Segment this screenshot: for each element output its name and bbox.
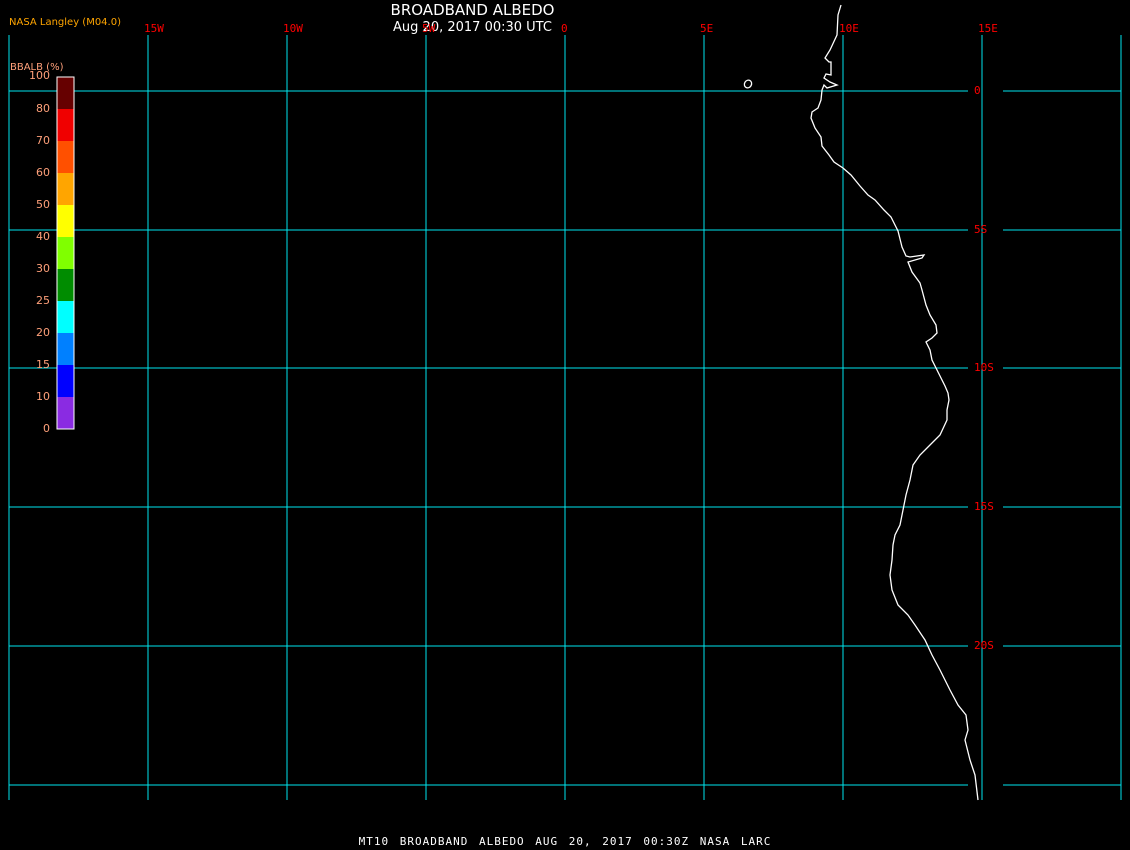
colorbar-tick-label: 20 — [36, 326, 50, 339]
colorbar-segment — [57, 77, 74, 110]
colorbar-segment — [57, 237, 74, 270]
colorbar-segment — [57, 397, 74, 430]
map-canvas — [8, 4, 1122, 801]
longitude-label: 5W — [422, 22, 436, 35]
map-subtitle: Aug 20, 2017 00:30 UTC — [393, 20, 552, 35]
colorbar-tick-label: 15 — [36, 358, 50, 371]
map-title: BROADBAND ALBEDO — [390, 1, 555, 19]
coastline — [810, 4, 979, 801]
colorbar-tick-label: 30 — [36, 262, 50, 275]
colorbar-segment — [57, 205, 74, 238]
colorbar-segment — [57, 301, 74, 334]
map-view: BROADBAND ALBEDO Aug 20, 2017 00:30 UTC … — [0, 0, 1130, 850]
colorbar-segment — [57, 173, 74, 206]
colorbar-tick-label: 10 — [36, 390, 50, 403]
longitude-label: 0 — [561, 22, 568, 35]
agency-label: NASA Langley (M04.0) — [9, 17, 121, 28]
latitude-label: 20S — [974, 639, 994, 652]
longitude-label: 10E — [839, 22, 859, 35]
latitude-label: 10S — [974, 361, 994, 374]
colorbar-tick-label: 60 — [36, 166, 50, 179]
colorbar-segment — [57, 141, 74, 174]
colorbar-tick-label: 70 — [36, 134, 50, 147]
colorbar-segment — [57, 333, 74, 366]
latitude-label: 15S — [974, 500, 994, 513]
latitude-label: 0 — [974, 84, 981, 97]
footer-caption: MT10 BROADBAND ALBEDO AUG 20, 2017 00:30… — [358, 835, 772, 848]
longitude-label: 10W — [283, 22, 303, 35]
colorbar-tick-label: 100 — [29, 69, 50, 82]
longitude-label: 15W — [144, 22, 164, 35]
colorbar-tick-label: 80 — [36, 102, 50, 115]
colorbar-tick-label: 40 — [36, 230, 50, 243]
colorbar-tick-label: 0 — [43, 422, 50, 435]
longitude-label: 15E — [978, 22, 998, 35]
colorbar-segment — [57, 365, 74, 398]
longitude-label: 5E — [700, 22, 714, 35]
colorbar-tick-label: 50 — [36, 198, 50, 211]
colorbar-segment — [57, 269, 74, 302]
colorbar-segment — [57, 109, 74, 142]
island-outline — [743, 79, 753, 89]
latitude-label: 5S — [974, 223, 988, 236]
colorbar-tick-label: 25 — [36, 294, 50, 307]
